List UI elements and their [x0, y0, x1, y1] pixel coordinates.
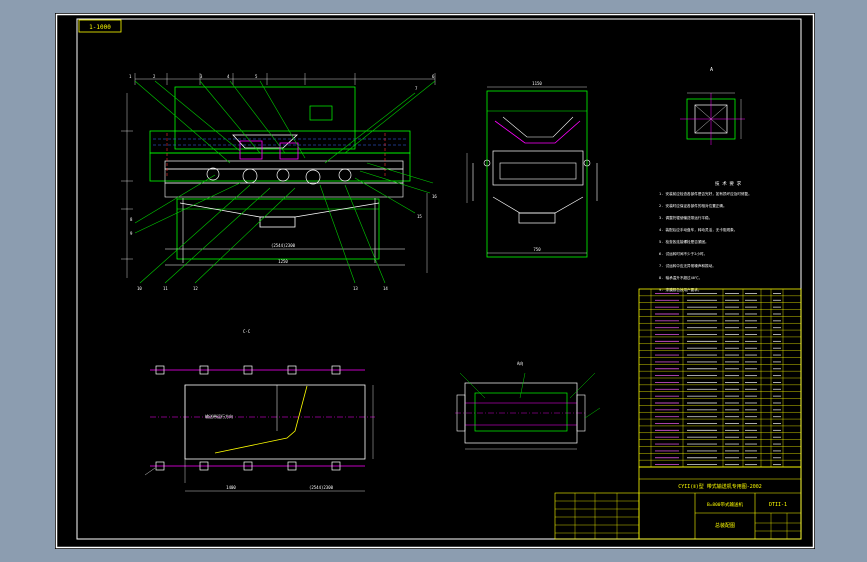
note-line: 7. 试运转中应无异常噪声和振动。 — [659, 263, 716, 268]
note-line: 8. 轴承温升不超过40℃。 — [659, 275, 702, 280]
note-line: 3. 调整托辊使输送带运行平稳。 — [659, 215, 712, 220]
svg-text:11: 11 — [163, 286, 168, 291]
svg-text:10: 10 — [137, 286, 142, 291]
section-cc-label: C-C — [243, 329, 251, 334]
title-part: 总装配图 — [715, 522, 735, 529]
main-width-dim: (2544)2300 — [271, 243, 296, 248]
plan-left-dim: 1400 — [226, 485, 236, 490]
note-line: 2. 安装时应保证各部件的相对位置正确。 — [659, 203, 727, 208]
sheet-background — [55, 13, 815, 549]
note-line: 6. 试运转时间不少于2小时。 — [659, 251, 707, 256]
belt-direction-note: 输送带运行方向 — [205, 413, 233, 419]
svg-text:12: 12 — [193, 286, 198, 291]
note-line: 5. 检查各连接螺栓是否紧固。 — [659, 239, 709, 244]
side-width-dim: 1150 — [532, 81, 542, 86]
svg-text:15: 15 — [417, 214, 422, 219]
title-school: CYII(Ⅱ)型 带式输送机专用图-2002 — [678, 483, 762, 490]
sheet-tag-label: 1-1000 — [89, 24, 111, 31]
title-drawing-no: DTII-1 — [769, 502, 787, 508]
cad-viewport: 1-1000 (2544)2300 1250 1 2 3 4 5 6 7 8 9… — [0, 0, 867, 562]
plan-right-dim: (2544)2300 — [309, 485, 334, 490]
title-drawing-name: B=800带式输送机 — [707, 501, 744, 508]
notes-title: 技 术 要 求 — [715, 180, 742, 187]
note-line: 9. 漆膜颜色按用户要求。 — [659, 287, 701, 292]
note-line: 4. 装配后应手动盘车，转动灵活，无卡阻现象。 — [659, 227, 737, 232]
main-total-dim: 1250 — [278, 259, 288, 264]
drawing-sheet: 1-1000 (2544)2300 1250 1 2 3 4 5 6 7 8 9… — [55, 13, 815, 549]
svg-text:14: 14 — [383, 286, 388, 291]
svg-text:13: 13 — [353, 286, 358, 291]
svg-text:16: 16 — [432, 194, 437, 199]
note-line: 1. 安装前应检查各部件是否完好，如有损坏应及时修复。 — [659, 191, 752, 196]
side-bottom-dim: 750 — [533, 247, 541, 252]
detail-a-label: A — [710, 67, 713, 73]
view-a-label: A向 — [517, 360, 523, 366]
